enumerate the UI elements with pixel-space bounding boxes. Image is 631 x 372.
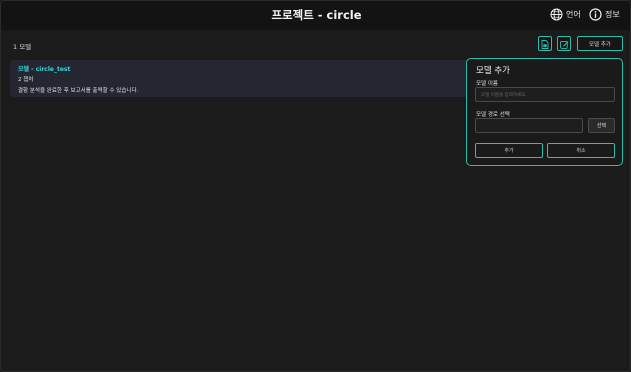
popover-title: 모델 추가 [476, 66, 510, 76]
export-report-button[interactable] [538, 36, 552, 51]
globe-icon [550, 8, 563, 21]
add-model-button[interactable]: 모델 추가 [577, 36, 623, 51]
language-button[interactable]: 언어 [550, 8, 581, 21]
edit-icon [559, 34, 569, 53]
info-icon [589, 8, 602, 21]
model-name-input[interactable]: 모델 이름을 입력하세요. [475, 87, 615, 102]
title-bar: 프로젝트 - circle 언어 정보 [1, 1, 630, 30]
model-card[interactable]: 모델 - circle_test 2 챕처 결함 분석을 완료한 후 보고서를 … [10, 60, 480, 97]
info-button[interactable]: 정보 [589, 8, 620, 21]
project-title: 프로젝트 - circle [271, 8, 362, 22]
cancel-button[interactable]: 취소 [547, 143, 615, 158]
select-path-button[interactable]: 선택 [588, 118, 615, 133]
model-chapters: 2 챕처 [18, 77, 34, 83]
edit-button[interactable] [557, 36, 571, 51]
info-label: 정보 [605, 10, 620, 19]
model-name-label: 모델 이름 [476, 81, 498, 87]
model-path-input[interactable] [475, 118, 583, 133]
model-path-label: 모델 경로 선택 [476, 112, 510, 118]
add-model-popover: 모델 추가 모델 이름 모델 이름을 입력하세요. 모델 경로 선택 선택 추가… [466, 58, 623, 166]
model-name: 모델 - circle_test [18, 66, 71, 73]
language-label: 언어 [566, 10, 581, 19]
document-icon [541, 34, 549, 53]
model-count: 1 모델 [13, 43, 32, 51]
model-description: 결함 분석을 완료한 후 보고서를 출력할 수 있습니다. [18, 88, 139, 94]
app-window: 프로젝트 - circle 언어 정보 1 모델 모델 추가 모델 - circ… [0, 0, 631, 372]
confirm-add-button[interactable]: 추가 [475, 143, 543, 158]
